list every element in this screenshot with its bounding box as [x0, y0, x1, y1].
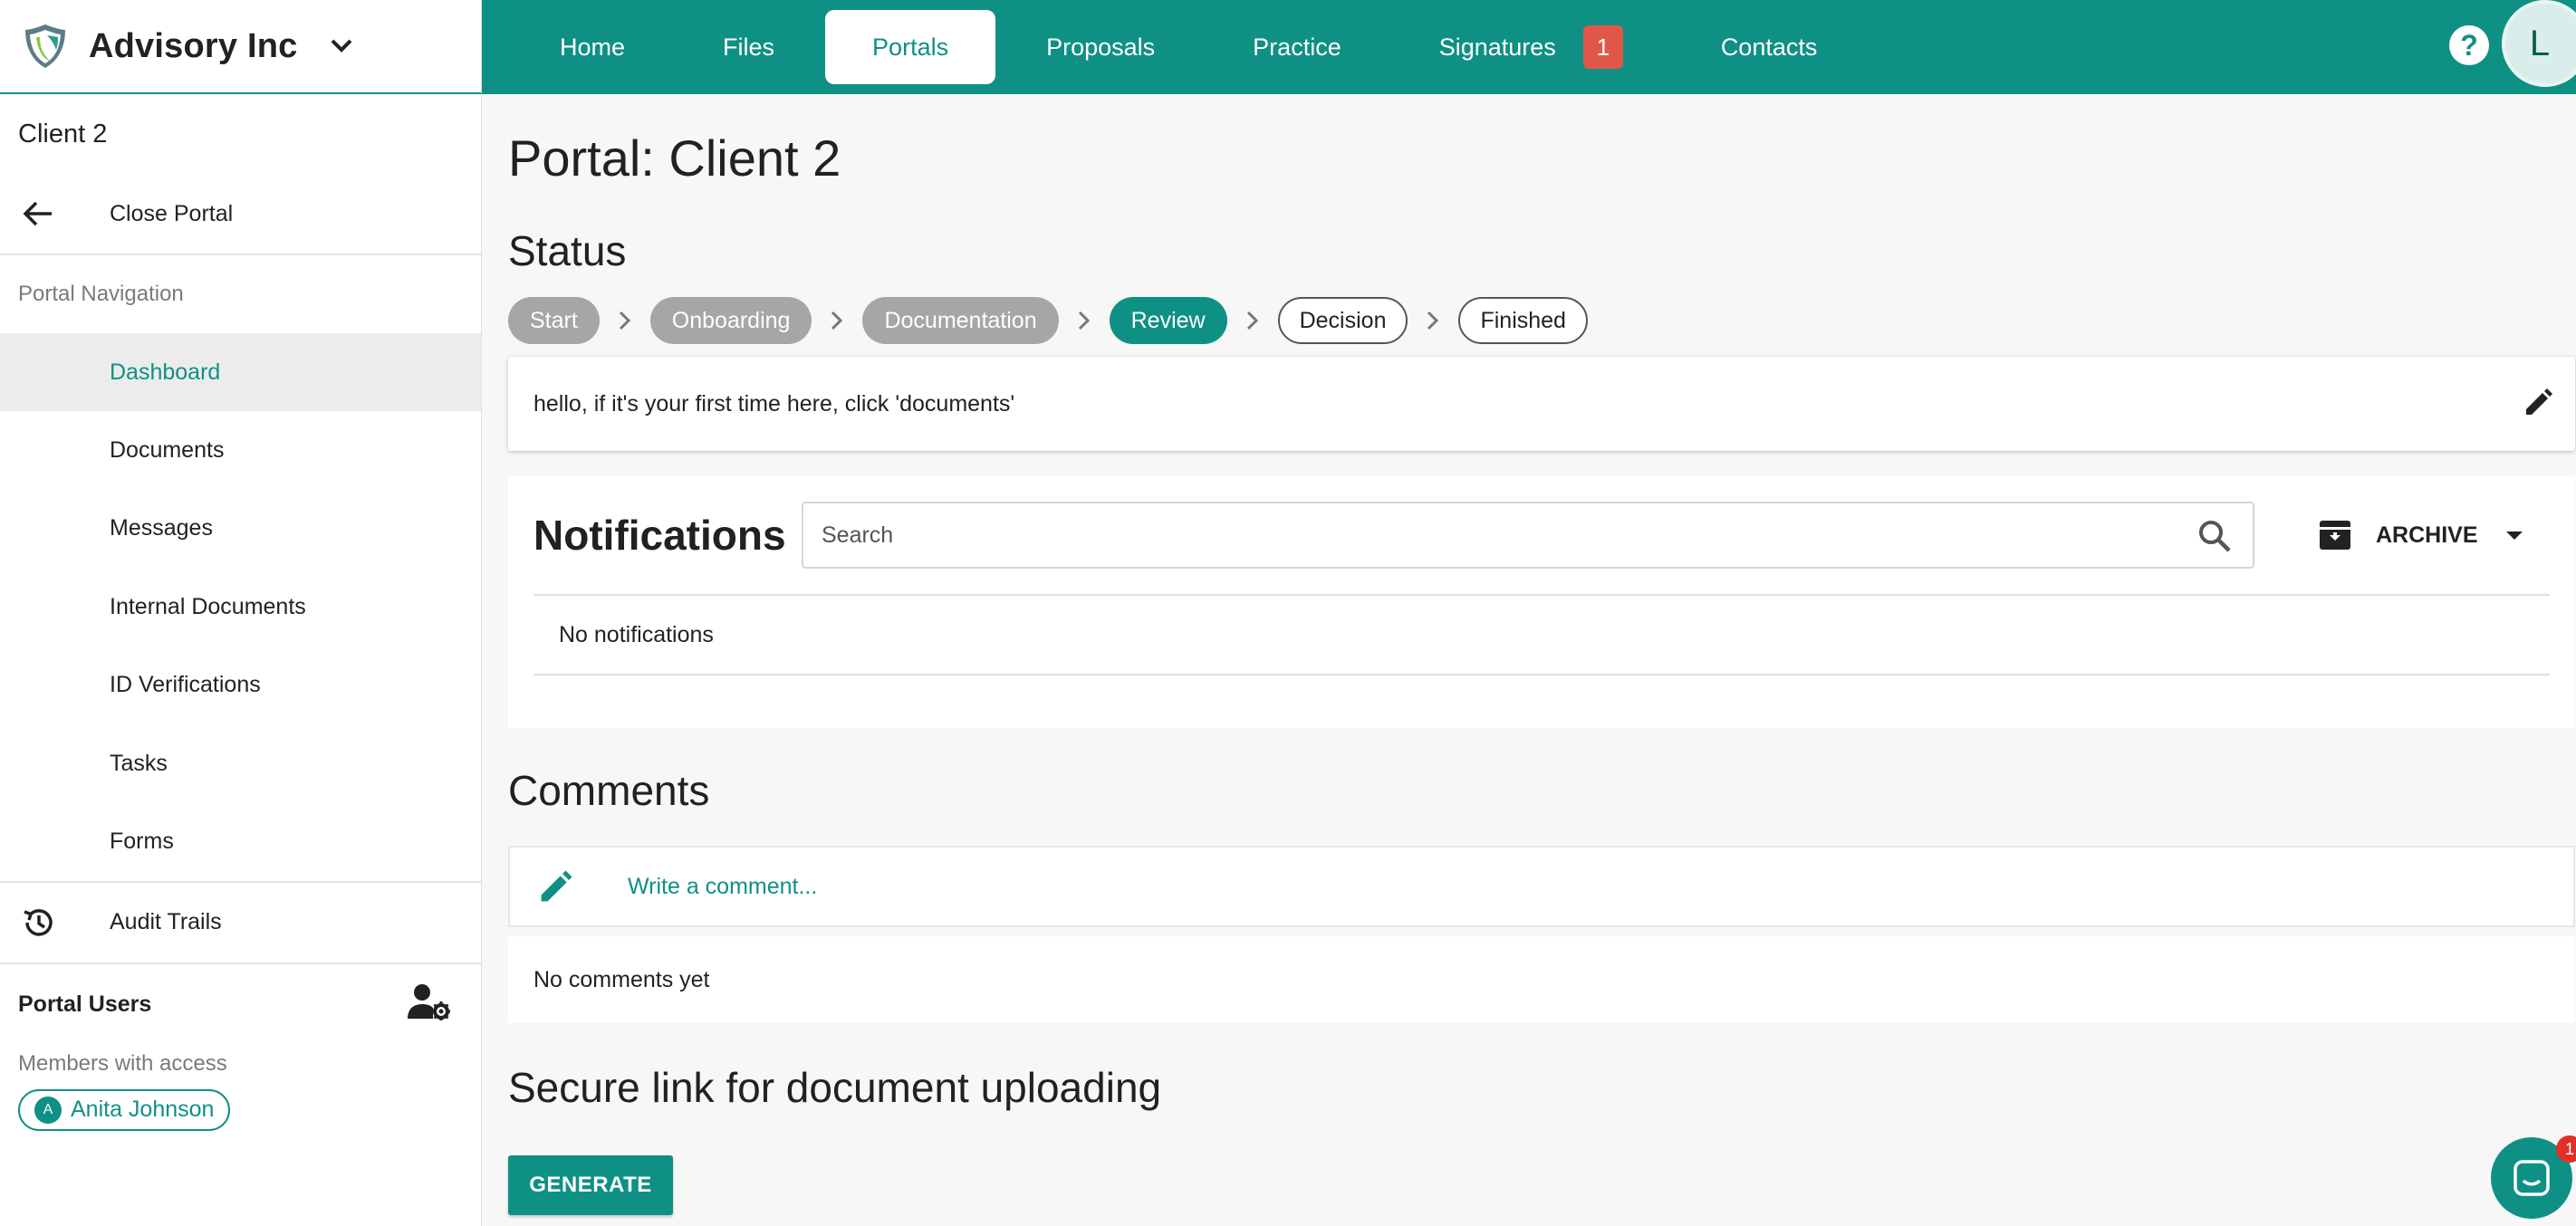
- sidebar-item-internal-documents[interactable]: Internal Documents: [0, 568, 481, 646]
- manage-users-icon[interactable]: [407, 982, 451, 1027]
- step-decision[interactable]: Decision: [1277, 297, 1408, 344]
- edit-pencil-icon[interactable]: [2519, 382, 2559, 422]
- main-nav: Home Files Portals Proposals Practice Si…: [482, 0, 2576, 94]
- archive-dropdown[interactable]: ARCHIVE: [2318, 511, 2525, 560]
- secure-link-heading: Secure link for document uploading: [508, 1064, 1162, 1111]
- archive-label: ARCHIVE: [2376, 522, 2478, 548]
- sidebar-item-messages[interactable]: Messages: [0, 490, 481, 568]
- audit-trails-label: Audit Trails: [110, 909, 222, 935]
- member-avatar: A: [34, 1096, 62, 1124]
- caret-down-icon: [2505, 532, 2523, 540]
- sidebar-item-documents[interactable]: Documents: [0, 411, 481, 489]
- history-icon: [20, 905, 56, 941]
- sidebar-item-tasks[interactable]: Tasks: [0, 724, 481, 802]
- shield-logo-icon: [25, 24, 65, 68]
- chevron-right-icon: [812, 310, 862, 331]
- notifications-panel: Notifications Search ARCHIVE No notifica…: [508, 476, 2575, 728]
- step-review[interactable]: Review: [1109, 297, 1227, 344]
- portal-users-header: Portal Users: [0, 964, 481, 1046]
- step-documentation[interactable]: Documentation: [862, 297, 1059, 344]
- nav-label: Signatures: [1438, 33, 1556, 61]
- pencil-icon: [541, 870, 572, 902]
- notifications-search-input[interactable]: Search: [802, 502, 2254, 569]
- sidebar-item-dashboard[interactable]: Dashboard: [0, 333, 481, 412]
- sidebar-item-forms[interactable]: Forms: [0, 802, 481, 880]
- nav-files[interactable]: Files: [676, 10, 822, 84]
- generate-link-button[interactable]: GENERATE: [508, 1155, 673, 1215]
- nav-label: Practice: [1253, 33, 1341, 61]
- comment-placeholder: Write a comment...: [628, 873, 818, 899]
- sidebar-item-id-verifications[interactable]: ID Verifications: [0, 647, 481, 724]
- note-text: hello, if it's your first time here, cli…: [533, 390, 1015, 417]
- step-start[interactable]: Start: [508, 297, 600, 344]
- portal-users-title: Portal Users: [18, 991, 152, 1018]
- chevron-right-icon: [1408, 310, 1458, 331]
- chat-unread-badge: 1: [2556, 1135, 2576, 1163]
- nav-signatures[interactable]: Signatures 1: [1392, 10, 1670, 84]
- step-finished[interactable]: Finished: [1458, 297, 1588, 344]
- comments-list: No comments yet: [508, 936, 2575, 1023]
- archive-box-icon: [2320, 521, 2350, 550]
- chevron-down-icon[interactable]: [328, 33, 355, 60]
- member-name: Anita Johnson: [71, 1097, 215, 1123]
- chat-icon: [2514, 1160, 2550, 1196]
- step-onboarding[interactable]: Onboarding: [649, 297, 812, 344]
- notifications-list: No notifications: [533, 594, 2550, 675]
- empty-comments-text: No comments yet: [533, 966, 710, 992]
- search-placeholder: Search: [822, 522, 894, 548]
- org-switcher[interactable]: Advisory Inc: [0, 0, 482, 94]
- top-bar: Advisory Inc Home Files Portals Proposal…: [0, 0, 2576, 94]
- status-stepper: Start Onboarding Documentation Review De…: [508, 297, 1588, 344]
- member-chip[interactable]: A Anita Johnson: [18, 1088, 231, 1131]
- close-portal-label: Close Portal: [110, 200, 234, 226]
- nav-label: Files: [723, 33, 775, 61]
- nav-contacts[interactable]: Contacts: [1674, 10, 1865, 84]
- members-with-access-label: Members with access: [18, 1050, 227, 1076]
- portal-navigation-heading: Portal Navigation: [18, 282, 184, 306]
- search-icon[interactable]: [2196, 518, 2233, 554]
- nav-portals[interactable]: Portals: [825, 10, 996, 84]
- comment-input[interactable]: Write a comment...: [508, 846, 2575, 927]
- status-heading: Status: [508, 227, 627, 274]
- arrow-left-icon: [20, 196, 56, 232]
- notifications-title: Notifications: [533, 512, 786, 559]
- nav-label: Portals: [872, 33, 949, 61]
- chevron-right-icon: [1227, 310, 1278, 331]
- user-avatar[interactable]: L: [2502, 0, 2576, 87]
- close-portal-button[interactable]: Close Portal: [0, 174, 481, 254]
- portal-welcome-note: hello, if it's your first time here, cli…: [508, 357, 2575, 451]
- chevron-right-icon: [600, 310, 650, 331]
- nav-practice[interactable]: Practice: [1206, 10, 1389, 84]
- org-name: Advisory Inc: [89, 26, 298, 65]
- nav-label: Home: [560, 33, 626, 61]
- comments-heading: Comments: [508, 767, 710, 814]
- empty-notifications-text: No notifications: [559, 621, 714, 647]
- client-name: Client 2: [18, 119, 108, 148]
- sidebar: Client 2 Close Portal Portal Navigation …: [0, 94, 482, 1226]
- nav-home[interactable]: Home: [513, 10, 672, 84]
- help-icon[interactable]: ?: [2449, 25, 2489, 65]
- sidebar-item-audit-trails[interactable]: Audit Trails: [0, 883, 481, 963]
- page-title: Portal: Client 2: [508, 129, 841, 187]
- nav-proposals[interactable]: Proposals: [999, 10, 1202, 84]
- signatures-count-badge: 1: [1582, 25, 1623, 69]
- chevron-right-icon: [1059, 310, 1110, 331]
- nav-label: Contacts: [1720, 33, 1818, 61]
- nav-label: Proposals: [1046, 33, 1156, 61]
- main-content: Portal: Client 2 Status Start Onboarding…: [483, 94, 2576, 1226]
